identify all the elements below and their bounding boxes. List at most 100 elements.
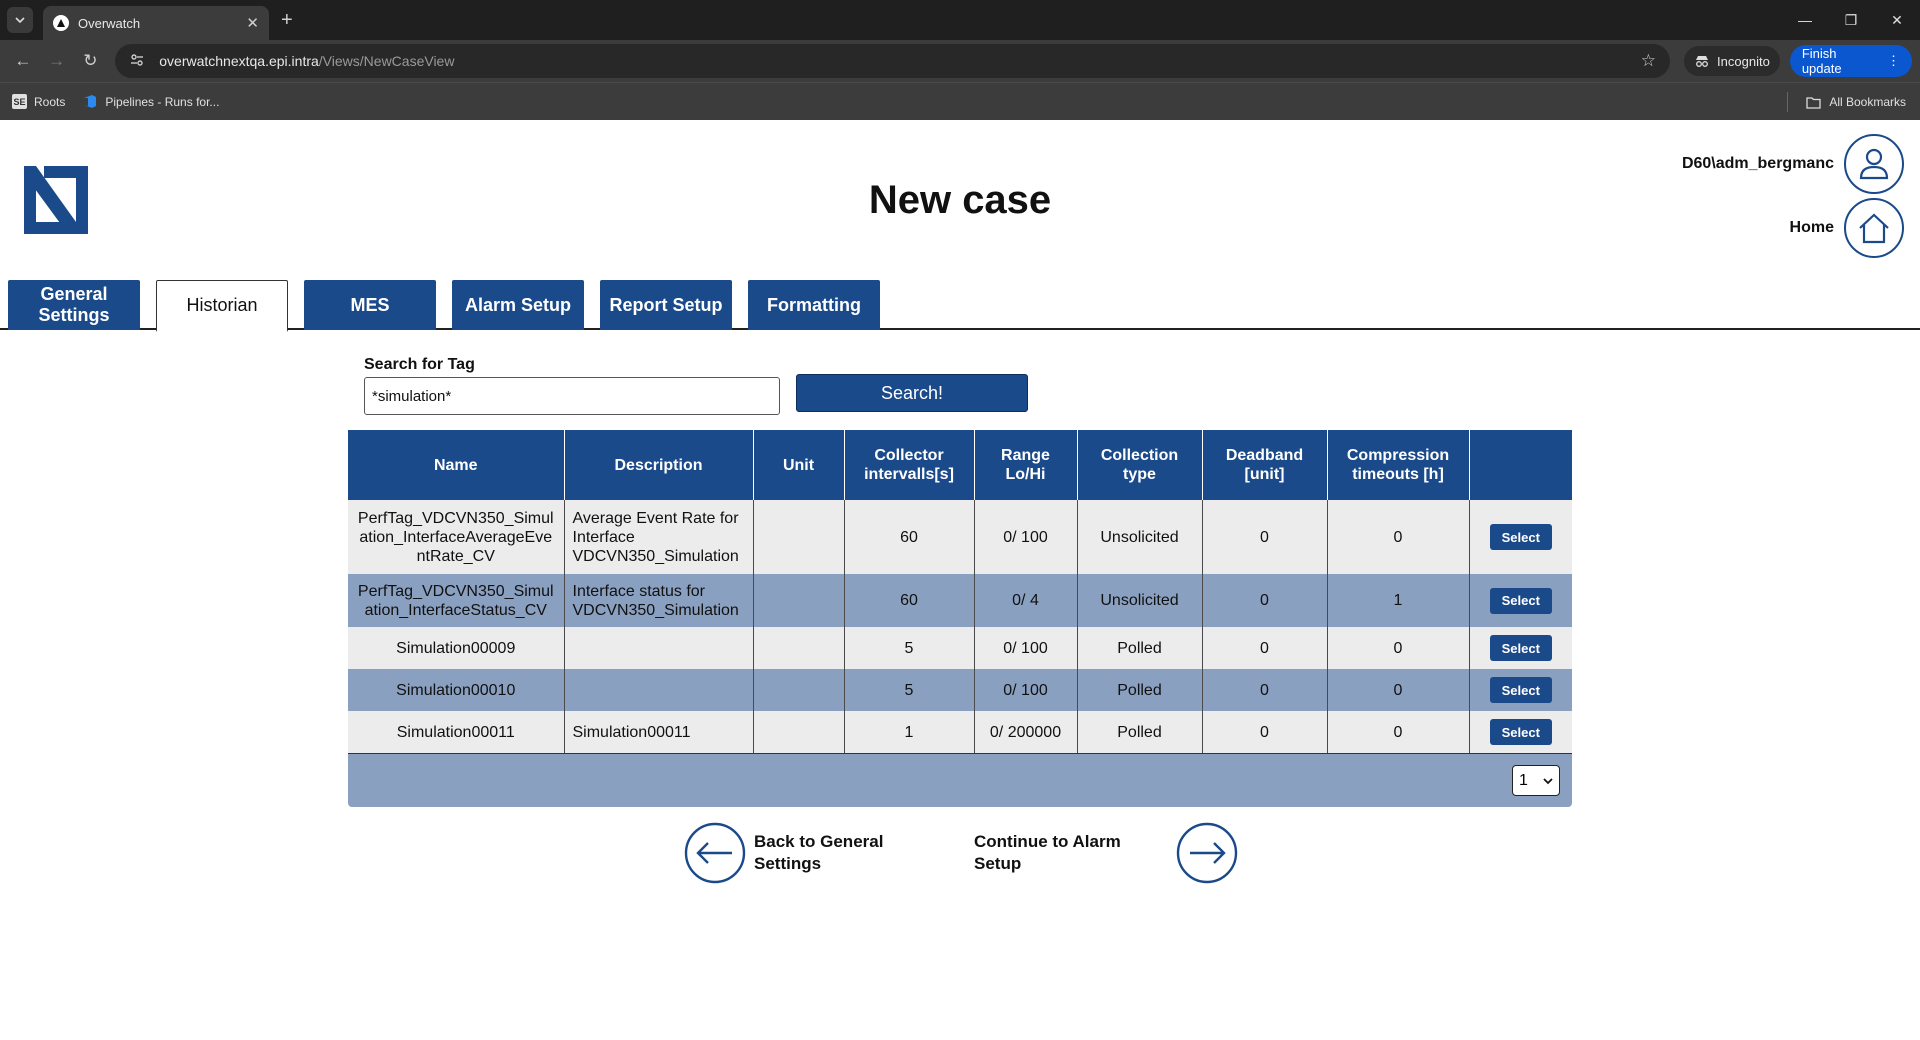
cell-name: PerfTag_VDCVN350_Simulation_InterfaceAve… xyxy=(348,500,565,574)
cell-range: 0/ 200000 xyxy=(974,711,1078,753)
select-button[interactable]: Select xyxy=(1489,524,1552,550)
user-name: D60\adm_bergmanc xyxy=(1681,155,1834,172)
cell-name: Simulation00011 xyxy=(348,711,565,753)
incognito-label: Incognito xyxy=(1717,53,1770,69)
finish-update-button[interactable]: Finish update ⋮ xyxy=(1789,45,1913,77)
table-row[interactable]: Simulation00010 5 0/ 100 Polled 0 0 Sele… xyxy=(348,669,1572,711)
bookmark-label: Pipelines - Runs for... xyxy=(105,94,220,109)
select-button[interactable]: Select xyxy=(1489,719,1552,745)
url-path: /Views/NewCaseView xyxy=(318,53,455,69)
cell-deadband: 0 xyxy=(1202,669,1328,711)
select-button[interactable]: Select xyxy=(1489,587,1552,614)
address-bar[interactable]: overwatchnextqa.epi.intra/Views/NewCaseV… xyxy=(115,44,1671,78)
cell-deadband: 0 xyxy=(1202,627,1328,669)
cell-deadband: 0 xyxy=(1202,574,1328,627)
back-arrow-icon[interactable]: ← xyxy=(8,46,38,76)
folder-icon xyxy=(1806,96,1821,109)
tab-historian[interactable]: Historian xyxy=(156,280,288,332)
forward-arrow-icon[interactable]: → xyxy=(42,46,72,76)
bookmark-label: Roots xyxy=(34,94,66,109)
column-header[interactable]: Compression timeouts [h] xyxy=(1327,430,1470,500)
table-row[interactable]: PerfTag_VDCVN350_Simulation_InterfaceSta… xyxy=(348,574,1572,627)
cell-name: Simulation00010 xyxy=(348,669,565,711)
cell-unit xyxy=(753,669,845,711)
cell-description: Interface status for VDCVN350_Simulation xyxy=(564,574,754,627)
bookmarks-bar: SE Roots Pipelines - Runs for... All Boo… xyxy=(0,82,1920,120)
home-link[interactable]: Home xyxy=(1604,196,1904,260)
incognito-indicator[interactable]: Incognito xyxy=(1684,46,1780,76)
tab-alarm-setup[interactable]: Alarm Setup xyxy=(452,280,584,330)
cell-collection-type: Polled xyxy=(1077,627,1203,669)
user-icon[interactable] xyxy=(1844,134,1904,194)
tab-formatting[interactable]: Formatting xyxy=(748,280,880,330)
divider xyxy=(1787,92,1789,112)
site-info-icon[interactable] xyxy=(129,52,147,70)
home-icon[interactable] xyxy=(1844,198,1904,258)
cell-interval: 5 xyxy=(844,627,975,669)
page-select[interactable]: 1 xyxy=(1512,765,1560,796)
cell-range: 0/ 100 xyxy=(974,500,1078,574)
roots-favicon-icon: SE xyxy=(12,94,27,109)
arrow-left-circle-icon xyxy=(684,822,746,884)
cell-description: Average Event Rate for Interface VDCVN35… xyxy=(564,500,754,574)
close-tab-icon[interactable]: ✕ xyxy=(246,14,259,32)
back-to-general-settings[interactable]: Back to General Settings xyxy=(684,822,924,884)
bookmark-pipelines[interactable]: Pipelines - Runs for... xyxy=(83,94,219,109)
all-bookmarks[interactable]: All Bookmarks xyxy=(1787,83,1906,121)
select-button[interactable]: Select xyxy=(1489,677,1552,703)
cell-action: Select xyxy=(1469,574,1572,627)
cell-deadband: 0 xyxy=(1202,500,1328,574)
minimize-icon[interactable]: — xyxy=(1782,0,1828,40)
tab-search-button[interactable] xyxy=(7,7,33,33)
chevron-down-icon xyxy=(15,17,25,24)
home-label: Home xyxy=(1789,219,1834,236)
column-header[interactable]: Name xyxy=(348,430,565,500)
cell-unit xyxy=(753,627,845,669)
tab-general-settings[interactable]: General Settings xyxy=(8,280,140,330)
cell-compression: 0 xyxy=(1327,627,1470,669)
table-row[interactable]: Simulation00009 5 0/ 100 Polled 0 0 Sele… xyxy=(348,627,1572,669)
tab-mes[interactable]: MES xyxy=(304,280,436,330)
tab-strip: Overwatch ✕ + — ❐ ✕ xyxy=(0,0,1920,40)
restore-icon[interactable]: ❐ xyxy=(1828,0,1874,40)
browser-toolbar: ← → ↻ overwatchnextqa.epi.intra/Views/Ne… xyxy=(0,40,1920,82)
cell-interval: 5 xyxy=(844,669,975,711)
browser-tab[interactable]: Overwatch ✕ xyxy=(43,6,269,40)
browser-tab-title: Overwatch xyxy=(78,15,141,31)
user-block: D60\adm_bergmanc Home xyxy=(1604,132,1904,260)
page-select-value: 1 xyxy=(1519,771,1528,789)
continue-to-alarm-setup[interactable]: Continue to Alarm Setup xyxy=(974,822,1238,884)
select-button[interactable]: Select xyxy=(1489,635,1552,661)
search-input[interactable] xyxy=(364,377,780,415)
cell-collection-type: Unsolicited xyxy=(1077,500,1203,574)
cell-description: Simulation00011 xyxy=(564,711,754,753)
column-header[interactable]: Collector intervalls[s] xyxy=(844,430,975,500)
cell-name: Simulation00009 xyxy=(348,627,565,669)
cell-action: Select xyxy=(1469,627,1572,669)
new-tab-icon[interactable]: + xyxy=(281,9,293,32)
app-page: New case D60\adm_bergmanc Home General S… xyxy=(0,120,1920,1040)
tag-results-grid: Name Description Unit Collector interval… xyxy=(348,430,1572,807)
cell-action: Select xyxy=(1469,711,1572,753)
column-header[interactable]: Deadband [unit] xyxy=(1202,430,1328,500)
cell-compression: 0 xyxy=(1327,669,1470,711)
user-menu[interactable]: D60\adm_bergmanc xyxy=(1604,132,1904,196)
reload-icon[interactable]: ↻ xyxy=(76,46,106,76)
cell-interval: 60 xyxy=(844,574,975,627)
column-header[interactable]: Description xyxy=(564,430,754,500)
cell-interval: 1 xyxy=(844,711,975,753)
cell-compression: 0 xyxy=(1327,711,1470,753)
table-header-row: Name Description Unit Collector interval… xyxy=(348,430,1572,500)
column-header[interactable]: Range Lo/Hi xyxy=(974,430,1078,500)
cell-description xyxy=(564,669,754,711)
close-window-icon[interactable]: ✕ xyxy=(1874,0,1920,40)
search-button[interactable]: Search! xyxy=(796,374,1028,412)
column-header[interactable]: Collection type xyxy=(1077,430,1203,500)
column-header[interactable]: Unit xyxy=(753,430,845,500)
table-row[interactable]: PerfTag_VDCVN350_Simulation_InterfaceAve… xyxy=(348,500,1572,574)
bookmark-star-icon[interactable]: ☆ xyxy=(1641,51,1656,71)
table-row[interactable]: Simulation00011 Simulation00011 1 0/ 200… xyxy=(348,711,1572,753)
column-header xyxy=(1469,430,1572,500)
bookmark-roots[interactable]: SE Roots xyxy=(12,94,65,109)
tab-report-setup[interactable]: Report Setup xyxy=(600,280,732,330)
